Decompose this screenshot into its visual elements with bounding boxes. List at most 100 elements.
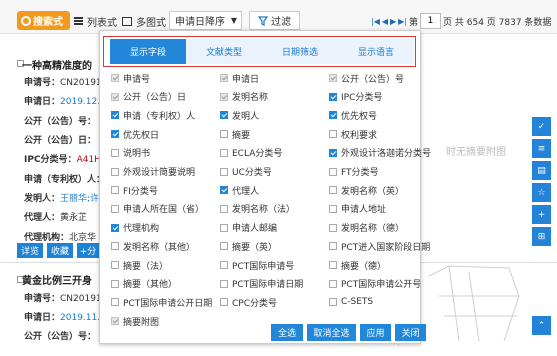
check-icon[interactable]: ✓: [532, 117, 551, 136]
option-checkbox[interactable]: [220, 148, 228, 157]
option-checkbox[interactable]: [329, 92, 337, 101]
option-checkbox[interactable]: [111, 130, 119, 139]
option-checkbox[interactable]: [329, 261, 337, 269]
list-icon[interactable]: ≡: [532, 139, 551, 158]
option-checkbox[interactable]: [329, 130, 337, 139]
option-checkbox[interactable]: [220, 167, 228, 176]
field-option[interactable]: 发明名称（其他）: [111, 240, 196, 253]
field-option[interactable]: C-SETS: [329, 296, 373, 308]
field-option[interactable]: PCT国际申请号: [220, 259, 294, 272]
option-checkbox[interactable]: [220, 223, 228, 232]
option-checkbox[interactable]: [111, 186, 119, 195]
favorite-button[interactable]: 收藏: [47, 243, 73, 258]
field-option[interactable]: 摘要: [220, 128, 250, 141]
option-checkbox[interactable]: [220, 204, 228, 213]
first-page-icon[interactable]: |◀: [371, 17, 380, 26]
field-option[interactable]: PCT国际申请日期: [220, 278, 303, 290]
field-option[interactable]: 摘要（其他）: [111, 278, 177, 290]
option-checkbox[interactable]: [329, 186, 337, 195]
option-checkbox[interactable]: [329, 148, 337, 157]
field-option[interactable]: 外观设计简要说明: [111, 166, 195, 178]
chevron-up-icon[interactable]: ⌃: [532, 316, 551, 335]
tab-display-fields[interactable]: 显示字段: [110, 39, 186, 64]
search-mode-button[interactable]: 搜索式: [17, 11, 70, 30]
field-option[interactable]: 发明名称（英）: [329, 184, 404, 197]
option-checkbox[interactable]: [111, 261, 119, 269]
option-checkbox[interactable]: [329, 223, 337, 232]
plus-icon[interactable]: +: [532, 205, 551, 224]
tab-document-type[interactable]: 文献类型: [186, 39, 262, 64]
select-all-button[interactable]: 全选: [271, 324, 303, 341]
field-option[interactable]: 优先权号: [329, 109, 378, 122]
field-option[interactable]: 发明人: [220, 109, 259, 122]
option-checkbox[interactable]: [220, 261, 228, 269]
field-option[interactable]: IPC分类号: [329, 91, 382, 103]
filter-button[interactable]: 过滤: [249, 11, 300, 30]
result-title[interactable]: 一种高精准度的: [22, 57, 92, 72]
last-page-icon[interactable]: ▶|: [398, 17, 407, 26]
option-checkbox[interactable]: [329, 167, 337, 176]
close-button[interactable]: 关闭: [395, 324, 426, 341]
field-option[interactable]: 申请人地址: [329, 203, 386, 215]
option-checkbox[interactable]: [329, 298, 337, 307]
option-checkbox[interactable]: [111, 148, 119, 157]
option-checkbox[interactable]: [111, 242, 119, 251]
field-option[interactable]: FT分类号: [329, 166, 379, 178]
field-option[interactable]: PCT国际申请公开日期: [111, 296, 212, 309]
option-checkbox[interactable]: [220, 186, 228, 195]
option-checkbox[interactable]: [111, 167, 119, 176]
option-checkbox[interactable]: [220, 130, 228, 139]
deselect-all-button[interactable]: 取消全选: [307, 324, 356, 341]
tab-display-language[interactable]: 显示语言: [338, 39, 414, 64]
tab-date-filter[interactable]: 日期筛选: [262, 39, 338, 64]
option-checkbox[interactable]: [111, 298, 119, 307]
option-label: 优先权号: [341, 111, 378, 122]
apply-button[interactable]: 应用: [360, 324, 391, 341]
field-option[interactable]: ECLA分类号: [220, 147, 282, 159]
field-option[interactable]: CPC分类号: [220, 296, 277, 309]
field-option[interactable]: 外观设计洛迦诺分类号: [329, 147, 431, 159]
field-option[interactable]: PCT国际申请公开号: [329, 278, 421, 290]
option-checkbox[interactable]: [220, 279, 228, 288]
option-checkbox[interactable]: [220, 298, 228, 307]
field-option[interactable]: 摘要（英）: [220, 240, 277, 253]
option-checkbox[interactable]: [111, 223, 119, 232]
field-option[interactable]: 摘要（法）: [111, 259, 168, 272]
prev-page-icon[interactable]: ◀: [382, 17, 388, 26]
page-input[interactable]: [420, 13, 442, 29]
grid-view-button[interactable]: 多图式: [122, 13, 166, 29]
add-category-button[interactable]: +分: [77, 243, 99, 258]
field-option[interactable]: 申请（专利权）人: [111, 109, 195, 122]
option-checkbox[interactable]: [329, 111, 337, 120]
list-view-button[interactable]: 列表式: [74, 13, 117, 29]
field-option[interactable]: 发明名称（德）: [329, 222, 404, 234]
field-option[interactable]: 说明书: [111, 147, 150, 159]
field-option[interactable]: FI分类号: [111, 184, 158, 197]
sort-select[interactable]: 申请日降序 ▼: [169, 11, 242, 30]
option-checkbox[interactable]: [111, 204, 119, 213]
result-title[interactable]: 黄金比例三开身: [22, 272, 92, 287]
field-option[interactable]: 发明名称（法）: [220, 203, 295, 215]
field-option[interactable]: 代理机构: [111, 222, 159, 234]
field-option[interactable]: 代理人: [220, 184, 259, 197]
field-option[interactable]: 权利要求: [329, 128, 377, 141]
field-option[interactable]: 申请人所在国（省）: [111, 203, 204, 215]
add-box-icon[interactable]: ⊞: [532, 227, 551, 246]
option-checkbox[interactable]: [220, 111, 228, 120]
field-option[interactable]: 优先权日: [111, 128, 159, 141]
option-checkbox[interactable]: [329, 242, 337, 251]
option-label: 发明名称（其他）: [123, 242, 196, 253]
field-option[interactable]: 申请人邮编: [220, 222, 277, 234]
field-option[interactable]: 摘要（德）: [329, 259, 386, 272]
option-checkbox[interactable]: [111, 111, 119, 120]
field-option[interactable]: UC分类号: [220, 166, 272, 178]
next-page-icon[interactable]: ▶: [390, 17, 396, 26]
option-checkbox[interactable]: [111, 279, 119, 288]
star-icon[interactable]: ☆: [532, 183, 551, 202]
detail-button[interactable]: 详览: [17, 243, 43, 258]
option-checkbox[interactable]: [220, 242, 228, 251]
field-option[interactable]: PCT进入国家阶段日期: [329, 240, 430, 253]
doc-icon[interactable]: ▤: [532, 161, 551, 180]
option-checkbox[interactable]: [329, 279, 337, 288]
option-checkbox[interactable]: [329, 204, 337, 213]
